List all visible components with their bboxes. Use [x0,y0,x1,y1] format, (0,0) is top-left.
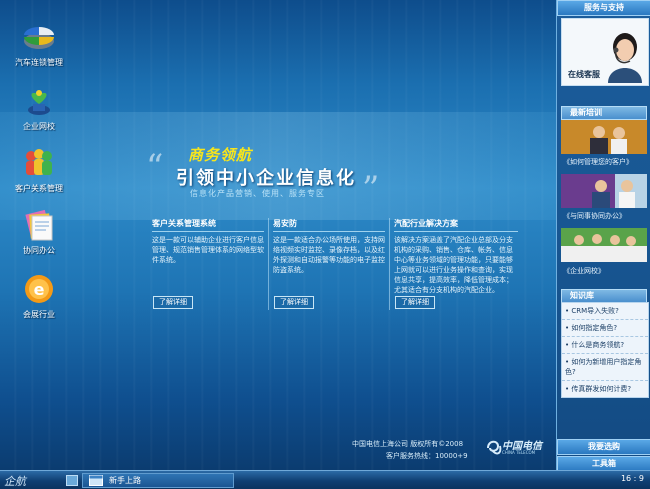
hotline-text: 客户服务热线：10000+9 [386,452,468,460]
desktop-icon-e-school[interactable]: 企业网校 [8,84,70,132]
hero-subtitle: 信息化产品营销、使用、服务专区 [190,189,325,198]
desktop-icon-collab-office[interactable]: 协同办公 [8,208,70,256]
column-body: 该解决方案涵盖了汽配企业总部及分支机构的采购、销售、仓库、帐务、信息中心等业务领… [394,236,513,294]
training-caption-1[interactable]: 《如何管理您的客户》 [563,157,633,167]
column-divider [389,218,390,310]
taskbar-item-label: 新手上路 [109,476,141,485]
desktop-icon-label: 会展行业 [23,310,55,319]
security-details-button[interactable]: 了解详细 [274,296,314,309]
online-service-card[interactable]: 在线客服 [561,18,649,86]
training-header: 最新培训 [561,106,647,120]
column-divider [268,218,269,310]
desktop-icon-label: 汽车连锁管理 [15,58,63,67]
desktop-icon-auto-chain[interactable]: 汽车连锁管理 [8,20,70,68]
open-quote-mark: “ [146,147,164,187]
column-crm: 客户关系管理系统 这是一款可以辅助企业进行客户信息管理、规范销售管理体系的网络型… [152,218,264,265]
knowledge-item-text: CRM导入失败? [571,307,619,315]
copyright-block: 中国电信上海公司 版权所有©2008 客户服务热线：10000+9 [352,438,468,462]
training-photo-3 [561,228,647,262]
pie-chart-icon [22,20,56,54]
e-logo-icon: e [22,272,56,306]
knowledge-item-text: 如何为新增用户指定角色? [565,358,642,376]
knowledge-header: 知识库 [561,289,647,303]
knowledge-item[interactable]: • CRM导入失败? [562,303,648,320]
crm-details-button[interactable]: 了解详细 [153,296,193,309]
training-thumb-2[interactable] [561,174,647,208]
training-photo-2 [561,174,647,208]
knowledge-item[interactable]: • 传真群发如何计费? [562,381,648,397]
desktop-icon-label: 客户关系管理 [15,184,63,193]
quick-launch-icon[interactable] [66,475,78,486]
desktop: 汽车连锁管理 企业网校 客户关系管理 协同办公 e 会展行业 “ ” 商务领航 … [0,0,556,470]
hero-title: 商务领航 [188,146,253,164]
people-icon [22,146,56,180]
desktop-icon-crm[interactable]: 客户关系管理 [8,146,70,194]
svg-text:e: e [34,280,45,299]
sprout-icon [22,84,56,118]
taskbar-item-getting-started[interactable]: 新手上路 [82,473,234,488]
column-security: 易安防 这是一款适合办公场所使用，支持网络视频实时监控、录像存档，以及红外探测和… [273,218,385,275]
training-photo-1 [561,120,647,154]
purchase-button[interactable]: 我要选购 [557,439,650,455]
training-caption-2[interactable]: 《与同事协同办公》 [563,211,626,221]
online-service-label: 在线客服 [568,70,600,79]
knowledge-list: • CRM导入失败? • 如何指定角色? • 什么是商务领航? • 如何为新增用… [561,302,649,398]
copyright-text: 中国电信上海公司 版权所有©2008 [352,440,464,448]
documents-icon [22,208,56,242]
clock: 16 : 9 [620,474,644,483]
knowledge-item-text: 什么是商务领航? [571,341,625,349]
taskbar: 企航 新手上路 16 : 9 [0,470,650,489]
column-auto-parts: 汽配行业解决方案 该解决方案涵盖了汽配企业总部及分支机构的采购、销售、仓库、帐务… [394,218,518,295]
auto-parts-details-button[interactable]: 了解详细 [395,296,435,309]
right-panel: 服务与支持 在线客服 最新培训 《如何管理您的客户》 《与同事协同办公》 《企业… [556,0,650,472]
desktop-icon-label: 企业网校 [23,122,55,131]
knowledge-item[interactable]: • 如何为新增用户指定角色? [562,354,648,381]
column-body: 这是一款适合办公场所使用，支持网络视频实时监控、录像存档，以及红外探测和自动报警… [273,236,385,274]
brand-name-en: CHINA TELECOM [502,450,536,455]
knowledge-item[interactable]: • 什么是商务领航? [562,337,648,354]
column-title: 易安防 [273,218,385,232]
knowledge-item-text: 传真群发如何计费? [571,385,632,393]
desktop-icon-exhibition[interactable]: e 会展行业 [8,272,70,320]
training-thumb-1[interactable] [561,120,647,154]
column-body: 这是一款可以辅助企业进行客户信息管理、规范销售管理体系的网络型软件系统。 [152,236,264,264]
training-thumb-3[interactable] [561,228,647,262]
knowledge-item-text: 如何指定角色? [571,324,618,332]
training-caption-3[interactable]: 《企业网校》 [563,266,605,276]
service-support-header[interactable]: 服务与支持 [557,0,650,16]
desktop-icon-label: 协同办公 [23,246,55,255]
start-button[interactable]: 企航 [4,473,26,489]
window-icon [89,475,103,486]
close-quote-mark: ” [362,169,380,209]
column-title: 客户关系管理系统 [152,218,264,232]
knowledge-item[interactable]: • 如何指定角色? [562,320,648,337]
column-title: 汽配行业解决方案 [394,218,518,232]
hero-headline: 引领中小企业信息化 [176,168,356,189]
